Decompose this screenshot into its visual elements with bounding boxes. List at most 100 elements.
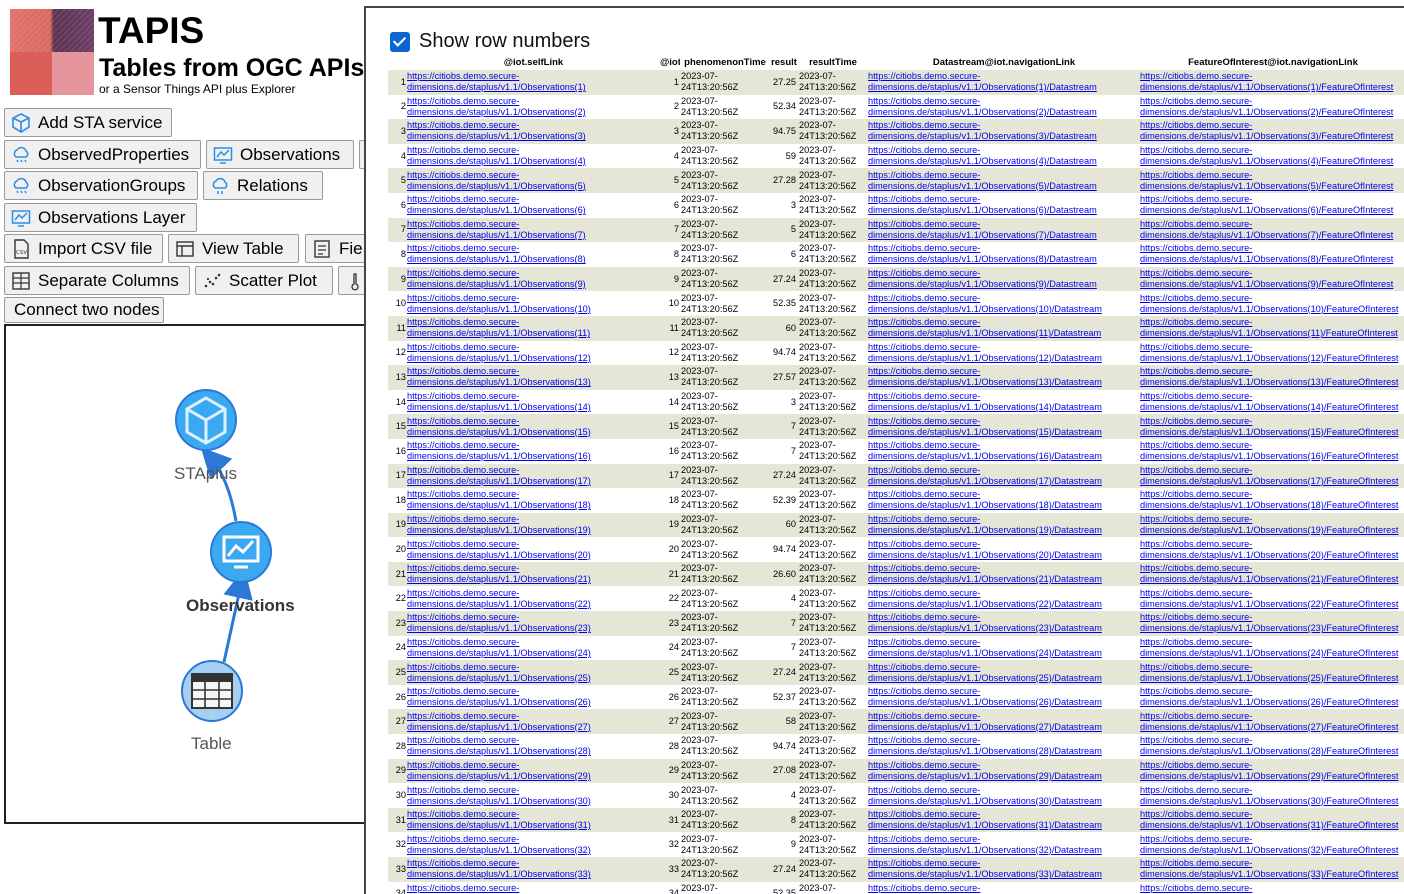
selflink-link[interactable]: https://citiobs.demo.secure-dimensions.d… xyxy=(407,317,660,339)
datastream-link[interactable]: https://citiobs.demo.secure-dimensions.d… xyxy=(868,637,1140,659)
column-header-id[interactable]: @iot.id xyxy=(660,55,680,70)
foi-link[interactable]: https://citiobs.demo.secure-dimensions.d… xyxy=(1140,514,1404,536)
datastream-link[interactable]: https://citiobs.demo.secure-dimensions.d… xyxy=(868,71,1140,93)
foi-link[interactable]: https://citiobs.demo.secure-dimensions.d… xyxy=(1140,735,1404,757)
selflink-link[interactable]: https://citiobs.demo.secure-dimensions.d… xyxy=(407,662,660,684)
selflink-link[interactable]: https://citiobs.demo.secure-dimensions.d… xyxy=(407,612,660,634)
selflink-link[interactable]: https://citiobs.demo.secure-dimensions.d… xyxy=(407,145,660,167)
selflink-link[interactable]: https://citiobs.demo.secure-dimensions.d… xyxy=(407,785,660,807)
datastream-link[interactable]: https://citiobs.demo.secure-dimensions.d… xyxy=(868,416,1140,438)
foi-link[interactable]: https://citiobs.demo.secure-dimensions.d… xyxy=(1140,612,1404,634)
selflink-link[interactable]: https://citiobs.demo.secure-dimensions.d… xyxy=(407,243,660,265)
datastream-link[interactable]: https://citiobs.demo.secure-dimensions.d… xyxy=(868,539,1140,561)
datastream-link[interactable]: https://citiobs.demo.secure-dimensions.d… xyxy=(868,342,1140,364)
foi-link[interactable]: https://citiobs.demo.secure-dimensions.d… xyxy=(1140,785,1404,807)
foi-link[interactable]: https://citiobs.demo.secure-dimensions.d… xyxy=(1140,834,1404,856)
foi-link[interactable]: https://citiobs.demo.secure-dimensions.d… xyxy=(1140,342,1404,364)
selflink-link[interactable]: https://citiobs.demo.secure-dimensions.d… xyxy=(407,834,660,856)
foi-link[interactable]: https://citiobs.demo.secure-dimensions.d… xyxy=(1140,391,1404,413)
datastream-link[interactable]: https://citiobs.demo.secure-dimensions.d… xyxy=(868,760,1140,782)
datastream-link[interactable]: https://citiobs.demo.secure-dimensions.d… xyxy=(868,588,1140,610)
selflink-link[interactable]: https://citiobs.demo.secure-dimensions.d… xyxy=(407,735,660,757)
selflink-link[interactable]: https://citiobs.demo.secure-dimensions.d… xyxy=(407,637,660,659)
selflink-link[interactable]: https://citiobs.demo.secure-dimensions.d… xyxy=(407,416,660,438)
foi-link[interactable]: https://citiobs.demo.secure-dimensions.d… xyxy=(1140,760,1404,782)
selflink-link[interactable]: https://citiobs.demo.secure-dimensions.d… xyxy=(407,539,660,561)
scatter-plot-button[interactable]: Scatter Plot xyxy=(195,266,333,295)
datastream-link[interactable]: https://citiobs.demo.secure-dimensions.d… xyxy=(868,96,1140,118)
observation-groups-button[interactable]: ObservationGroups xyxy=(4,171,198,200)
selflink-link[interactable]: https://citiobs.demo.secure-dimensions.d… xyxy=(407,342,660,364)
foi-link[interactable]: https://citiobs.demo.secure-dimensions.d… xyxy=(1140,268,1404,290)
foi-link[interactable]: https://citiobs.demo.secure-dimensions.d… xyxy=(1140,145,1404,167)
selflink-link[interactable]: https://citiobs.demo.secure-dimensions.d… xyxy=(407,219,660,241)
selflink-link[interactable]: https://citiobs.demo.secure-dimensions.d… xyxy=(407,563,660,585)
datastream-link[interactable]: https://citiobs.demo.secure-dimensions.d… xyxy=(868,219,1140,241)
column-header-selflink[interactable]: @iot.selfLink xyxy=(407,55,660,70)
selflink-link[interactable]: https://citiobs.demo.secure-dimensions.d… xyxy=(407,489,660,511)
foi-link[interactable]: https://citiobs.demo.secure-dimensions.d… xyxy=(1140,662,1404,684)
foi-link[interactable]: https://citiobs.demo.secure-dimensions.d… xyxy=(1140,489,1404,511)
datastream-link[interactable]: https://citiobs.demo.secure-dimensions.d… xyxy=(868,268,1140,290)
datastream-link[interactable]: https://citiobs.demo.secure-dimensions.d… xyxy=(868,489,1140,511)
add-sta-service-button[interactable]: Add STA service xyxy=(4,108,172,137)
observations-layer-button[interactable]: Observations Layer xyxy=(4,203,197,232)
datastream-link[interactable]: https://citiobs.demo.secure-dimensions.d… xyxy=(868,243,1140,265)
selflink-link[interactable]: https://citiobs.demo.secure-dimensions.d… xyxy=(407,120,660,142)
datastream-link[interactable]: https://citiobs.demo.secure-dimensions.d… xyxy=(868,809,1140,831)
selflink-link[interactable]: https://citiobs.demo.secure-dimensions.d… xyxy=(407,391,660,413)
selflink-link[interactable]: https://citiobs.demo.secure-dimensions.d… xyxy=(407,366,660,388)
foi-link[interactable]: https://citiobs.demo.secure-dimensions.d… xyxy=(1140,858,1404,880)
datastream-link[interactable]: https://citiobs.demo.secure-dimensions.d… xyxy=(868,834,1140,856)
foi-link[interactable]: https://citiobs.demo.secure-dimensions.d… xyxy=(1140,711,1404,733)
selflink-link[interactable]: https://citiobs.demo.secure-dimensions.d… xyxy=(407,293,660,315)
datastream-link[interactable]: https://citiobs.demo.secure-dimensions.d… xyxy=(868,145,1140,167)
show-row-numbers-checkbox[interactable] xyxy=(390,31,410,52)
selflink-link[interactable]: https://citiobs.demo.secure-dimensions.d… xyxy=(407,514,660,536)
foi-link[interactable]: https://citiobs.demo.secure-dimensions.d… xyxy=(1140,71,1404,93)
foi-link[interactable]: https://citiobs.demo.secure-dimensions.d… xyxy=(1140,317,1404,339)
foi-link[interactable]: https://citiobs.demo.secure-dimensions.d… xyxy=(1140,563,1404,585)
import-csv-button[interactable]: CSV Import CSV file xyxy=(4,234,163,263)
selflink-link[interactable]: https://citiobs.demo.secure-dimensions.d… xyxy=(407,760,660,782)
column-header-foi-link[interactable]: FeatureOfInterest@iot.navigationLink xyxy=(1140,55,1404,70)
foi-link[interactable]: https://citiobs.demo.secure-dimensions.d… xyxy=(1140,809,1404,831)
node-staplus[interactable] xyxy=(175,389,237,451)
datastream-link[interactable]: https://citiobs.demo.secure-dimensions.d… xyxy=(868,785,1140,807)
observed-properties-button[interactable]: ObservedProperties xyxy=(4,140,201,169)
foi-link[interactable]: https://citiobs.demo.secure-dimensions.d… xyxy=(1140,219,1404,241)
column-header-result[interactable]: result xyxy=(770,55,798,70)
foi-link[interactable]: https://citiobs.demo.secure-dimensions.d… xyxy=(1140,465,1404,487)
datastream-link[interactable]: https://citiobs.demo.secure-dimensions.d… xyxy=(868,194,1140,216)
selflink-link[interactable]: https://citiobs.demo.secure-dimensions.d… xyxy=(407,440,660,462)
selflink-link[interactable]: https://citiobs.demo.secure-dimensions.d… xyxy=(407,268,660,290)
relations-button[interactable]: Relations xyxy=(203,171,323,200)
foi-link[interactable]: https://citiobs.demo.secure-dimensions.d… xyxy=(1140,637,1404,659)
datastream-link[interactable]: https://citiobs.demo.secure-dimensions.d… xyxy=(868,735,1140,757)
foi-link[interactable]: https://citiobs.demo.secure-dimensions.d… xyxy=(1140,243,1404,265)
foi-link[interactable]: https://citiobs.demo.secure-dimensions.d… xyxy=(1140,366,1404,388)
selflink-link[interactable]: https://citiobs.demo.secure-dimensions.d… xyxy=(407,170,660,192)
selflink-link[interactable]: https://citiobs.demo.secure-dimensions.d… xyxy=(407,588,660,610)
datastream-link[interactable]: https://citiobs.demo.secure-dimensions.d… xyxy=(868,883,1140,894)
foi-link[interactable]: https://citiobs.demo.secure-dimensions.d… xyxy=(1140,293,1404,315)
foi-link[interactable]: https://citiobs.demo.secure-dimensions.d… xyxy=(1140,416,1404,438)
selflink-link[interactable]: https://citiobs.demo.secure-dimensions.d… xyxy=(407,809,660,831)
selflink-link[interactable]: https://citiobs.demo.secure-dimensions.d… xyxy=(407,883,660,894)
foi-link[interactable]: https://citiobs.demo.secure-dimensions.d… xyxy=(1140,883,1404,894)
node-graph-canvas[interactable]: STAplus Observations Table xyxy=(4,324,374,824)
foi-link[interactable]: https://citiobs.demo.secure-dimensions.d… xyxy=(1140,120,1404,142)
selflink-link[interactable]: https://citiobs.demo.secure-dimensions.d… xyxy=(407,71,660,93)
observations-button[interactable]: Observations xyxy=(206,140,354,169)
datastream-link[interactable]: https://citiobs.demo.secure-dimensions.d… xyxy=(868,391,1140,413)
column-header-datastream-link[interactable]: Datastream@iot.navigationLink xyxy=(868,55,1140,70)
selflink-link[interactable]: https://citiobs.demo.secure-dimensions.d… xyxy=(407,711,660,733)
foi-link[interactable]: https://citiobs.demo.secure-dimensions.d… xyxy=(1140,539,1404,561)
foi-link[interactable]: https://citiobs.demo.secure-dimensions.d… xyxy=(1140,170,1404,192)
connect-two-nodes-button[interactable]: Connect two nodes xyxy=(4,297,164,323)
selflink-link[interactable]: https://citiobs.demo.secure-dimensions.d… xyxy=(407,686,660,708)
show-row-numbers-toggle[interactable]: Show row numbers xyxy=(390,30,590,53)
selflink-link[interactable]: https://citiobs.demo.secure-dimensions.d… xyxy=(407,858,660,880)
view-table-button[interactable]: View Table xyxy=(168,234,299,263)
separate-columns-button[interactable]: Separate Columns xyxy=(4,266,190,295)
